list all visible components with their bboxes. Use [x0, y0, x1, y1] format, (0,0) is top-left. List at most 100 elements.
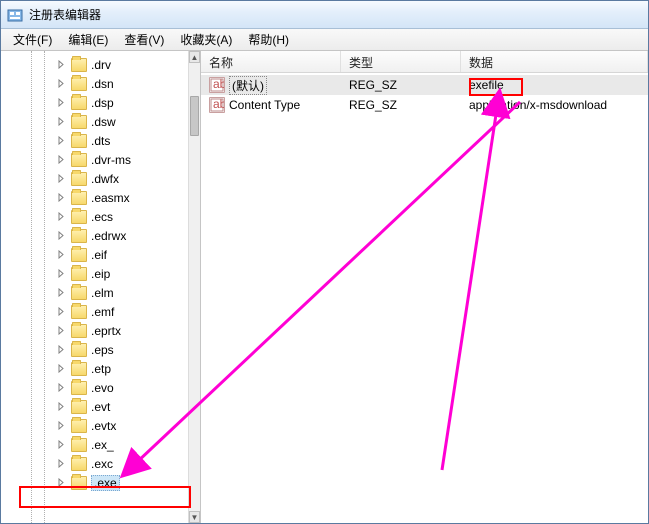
menu-help[interactable]: 帮助(H) [240, 29, 297, 50]
expand-icon[interactable] [57, 155, 66, 164]
column-header-data[interactable]: 数据 [461, 51, 648, 72]
tree-node-label: .emf [91, 305, 114, 319]
tree-pane[interactable]: .drv .dsn .dsp .dsw .dts.dvr-ms .dwfx .easmx .e… [1, 51, 201, 523]
menubar: 文件(F) 编辑(E) 查看(V) 收藏夹(A) 帮助(H) [1, 29, 648, 51]
scroll-down-arrow-icon[interactable]: ▼ [189, 511, 200, 523]
tree-node-label: .etp [91, 362, 111, 376]
tree-node-label: .eprtx [91, 324, 121, 338]
value-row[interactable]: abContent TypeREG_SZapplication/x-msdown… [201, 95, 648, 115]
expand-icon[interactable] [57, 231, 66, 240]
menu-view[interactable]: 查看(V) [116, 29, 172, 50]
folder-icon [71, 210, 87, 224]
expand-icon[interactable] [57, 307, 66, 316]
expand-icon[interactable] [57, 269, 66, 278]
tree-node-exc[interactable]: .exc [1, 454, 188, 473]
tree-node-label: .ex_ [91, 438, 114, 452]
tree-node-label: .dsw [91, 115, 116, 129]
list-header[interactable]: 名称 类型 数据 [201, 51, 648, 73]
tree-node-dwfx[interactable]: .dwfx [1, 169, 188, 188]
value-type-cell: REG_SZ [341, 98, 461, 112]
folder-icon [71, 248, 87, 262]
tree-node-label: .drv [91, 58, 111, 72]
expand-icon[interactable] [57, 117, 66, 126]
tree-node-eps[interactable]: .eps [1, 340, 188, 359]
expand-icon[interactable] [57, 440, 66, 449]
expand-icon[interactable] [57, 326, 66, 335]
tree-node-evtx[interactable]: .evtx [1, 416, 188, 435]
tree-node-dsn[interactable]: .dsn [1, 74, 188, 93]
tree-node-label: .easmx [91, 191, 130, 205]
expand-icon[interactable] [57, 193, 66, 202]
folder-icon [71, 96, 87, 110]
folder-icon [71, 476, 87, 490]
expand-icon[interactable] [57, 79, 66, 88]
folder-icon [71, 134, 87, 148]
folder-icon [71, 267, 87, 281]
column-header-name[interactable]: 名称 [201, 51, 341, 72]
tree-node-label: .evo [91, 381, 114, 395]
tree-node-evt[interactable]: .evt [1, 397, 188, 416]
tree-node-eif[interactable]: .eif [1, 245, 188, 264]
menu-file[interactable]: 文件(F) [5, 29, 60, 50]
tree-node-eprtx[interactable]: .eprtx [1, 321, 188, 340]
tree-node-label: .eps [91, 343, 114, 357]
tree-node-evo[interactable]: .evo [1, 378, 188, 397]
tree-node-label: .eip [91, 267, 110, 281]
titlebar[interactable]: 注册表编辑器 [1, 1, 648, 29]
value-data-cell: exefile [461, 78, 648, 92]
tree-node-emf[interactable]: .emf [1, 302, 188, 321]
folder-icon [71, 172, 87, 186]
expand-icon[interactable] [57, 174, 66, 183]
expand-icon[interactable] [57, 288, 66, 297]
expand-icon[interactable] [57, 459, 66, 468]
tree-node-dts[interactable]: .dts [1, 131, 188, 150]
tree-node-ex_[interactable]: .ex_ [1, 435, 188, 454]
tree-node-easmx[interactable]: .easmx [1, 188, 188, 207]
expand-icon[interactable] [57, 345, 66, 354]
tree-node-dvr-ms[interactable]: .dvr-ms [1, 150, 188, 169]
folder-icon [71, 457, 87, 471]
tree-node-edrwx[interactable]: .edrwx [1, 226, 188, 245]
value-row[interactable]: ab(默认)REG_SZexefile [201, 75, 648, 95]
menu-edit[interactable]: 编辑(E) [60, 29, 116, 50]
expand-icon[interactable] [57, 478, 66, 487]
tree-node-exe[interactable]: .exe [1, 473, 188, 492]
expand-icon[interactable] [57, 421, 66, 430]
tree-node-dsp[interactable]: .dsp [1, 93, 188, 112]
folder-icon [71, 324, 87, 338]
menu-favorites[interactable]: 收藏夹(A) [172, 29, 240, 50]
tree-node-etp[interactable]: .etp [1, 359, 188, 378]
expand-icon[interactable] [57, 60, 66, 69]
tree-node-elm[interactable]: .elm [1, 283, 188, 302]
tree-node-label: .evtx [91, 419, 116, 433]
tree-vertical-scrollbar[interactable]: ▲ ▼ [188, 51, 200, 523]
expand-icon[interactable] [57, 364, 66, 373]
tree-node-drv[interactable]: .drv [1, 55, 188, 74]
expand-icon[interactable] [57, 383, 66, 392]
value-name-cell: ab(默认) [201, 76, 341, 95]
column-header-type[interactable]: 类型 [341, 51, 461, 72]
app-icon [7, 7, 23, 23]
tree-node-label: .dwfx [91, 172, 119, 186]
tree-node-label: .ecs [91, 210, 113, 224]
folder-icon [71, 419, 87, 433]
tree-node-dsw[interactable]: .dsw [1, 112, 188, 131]
expand-icon[interactable] [57, 212, 66, 221]
scrollbar-thumb[interactable] [190, 96, 199, 136]
string-value-icon: ab [209, 97, 225, 113]
value-type-cell: REG_SZ [341, 78, 461, 92]
expand-icon[interactable] [57, 98, 66, 107]
expand-icon[interactable] [57, 136, 66, 145]
tree-node-label: .exe [91, 475, 120, 491]
tree-node-label: .edrwx [91, 229, 126, 243]
expand-icon[interactable] [57, 250, 66, 259]
expand-icon[interactable] [57, 402, 66, 411]
window-title: 注册表编辑器 [29, 6, 101, 23]
tree-node-eip[interactable]: .eip [1, 264, 188, 283]
tree-node-label: .dsp [91, 96, 114, 110]
tree-node-ecs[interactable]: .ecs [1, 207, 188, 226]
folder-icon [71, 115, 87, 129]
scroll-up-arrow-icon[interactable]: ▲ [189, 51, 200, 63]
folder-icon [71, 77, 87, 91]
registry-editor-window: 注册表编辑器 文件(F) 编辑(E) 查看(V) 收藏夹(A) 帮助(H) .d… [0, 0, 649, 524]
